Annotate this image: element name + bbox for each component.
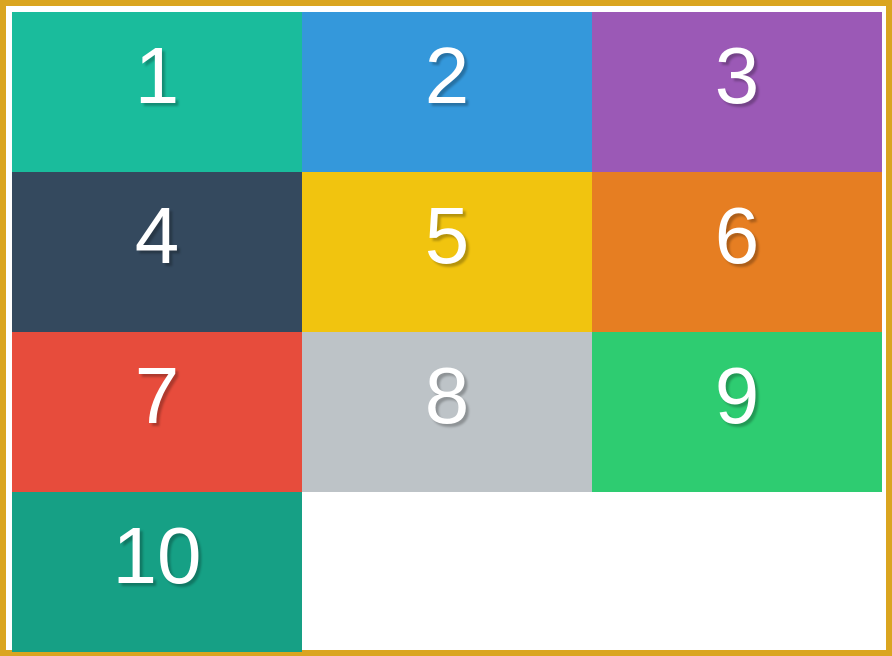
grid-container: 1 2 3 4 5 6 7 8 9 10 (0, 0, 892, 656)
cell-number: 6 (714, 191, 760, 280)
grid-cell-3: 3 (592, 12, 882, 172)
cell-number: 10 (112, 511, 202, 600)
grid-cell-1: 1 (12, 12, 302, 172)
tile-grid: 1 2 3 4 5 6 7 8 9 10 (12, 12, 886, 654)
grid-cell-9: 9 (592, 332, 882, 492)
cell-number: 5 (424, 191, 470, 280)
grid-cell-8: 8 (302, 332, 592, 492)
cell-number: 1 (134, 31, 180, 120)
cell-number: 8 (424, 351, 470, 440)
cell-number: 7 (134, 351, 180, 440)
grid-cell-4: 4 (12, 172, 302, 332)
grid-cell-6: 6 (592, 172, 882, 332)
cell-number: 3 (714, 31, 760, 120)
cell-number: 2 (424, 31, 470, 120)
cell-number: 9 (714, 351, 760, 440)
grid-cell-7: 7 (12, 332, 302, 492)
grid-cell-10: 10 (12, 492, 302, 652)
grid-cell-5: 5 (302, 172, 592, 332)
grid-cell-2: 2 (302, 12, 592, 172)
cell-number: 4 (134, 191, 180, 280)
